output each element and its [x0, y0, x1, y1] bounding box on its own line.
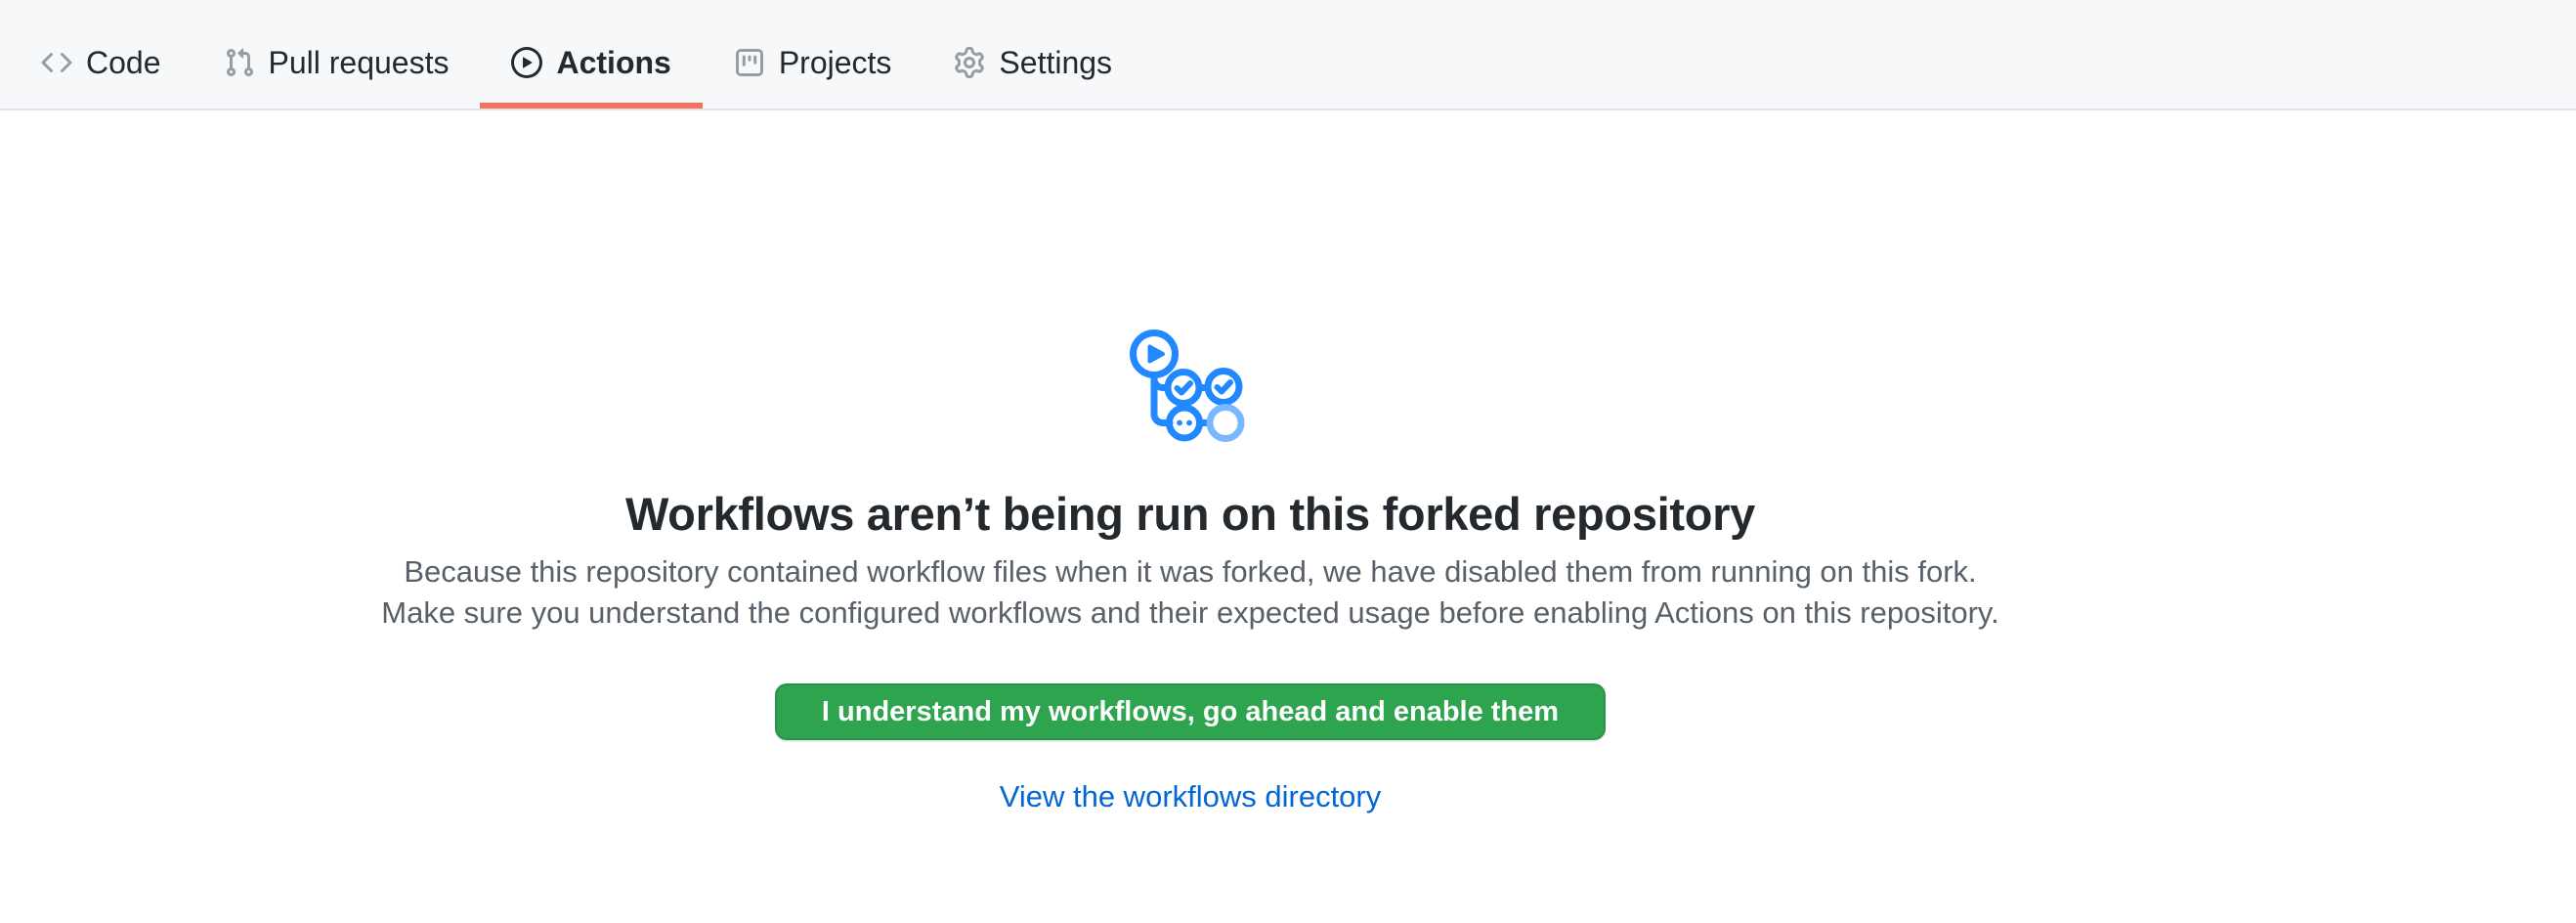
- workflows-link-row: View the workflows directory: [0, 779, 2381, 814]
- tab-label: Settings: [999, 47, 1112, 78]
- enable-button-row: I understand my workflows, go ahead and …: [0, 634, 2381, 740]
- tab-label: Actions: [556, 47, 670, 78]
- git-pull-request-icon: [224, 47, 255, 78]
- tab-code[interactable]: Code: [10, 16, 193, 109]
- tab-projects[interactable]: Projects: [703, 16, 923, 109]
- tab-label: Code: [86, 47, 161, 78]
- tab-pull-requests[interactable]: Pull requests: [193, 16, 481, 109]
- project-board-icon: [734, 47, 765, 78]
- tab-actions[interactable]: Actions: [480, 16, 702, 109]
- view-workflows-directory-link[interactable]: View the workflows directory: [1000, 779, 1382, 813]
- gear-icon: [954, 47, 985, 78]
- tab-label: Projects: [779, 47, 892, 78]
- code-icon: [41, 47, 72, 78]
- page-title: Workflows aren’t being run on this forke…: [0, 489, 2381, 540]
- blankslate-description: Because this repository contained workfl…: [379, 551, 2001, 634]
- tab-settings[interactable]: Settings: [923, 16, 1143, 109]
- repo-nav: Code Pull requests Actions Projects Sett…: [0, 0, 2576, 110]
- tab-label: Pull requests: [269, 47, 450, 78]
- workflow-graph-icon: [1128, 327, 1253, 452]
- play-circle-icon: [511, 47, 542, 78]
- enable-workflows-button[interactable]: I understand my workflows, go ahead and …: [775, 683, 1606, 740]
- actions-blankslate: Workflows aren’t being run on this forke…: [0, 327, 2381, 814]
